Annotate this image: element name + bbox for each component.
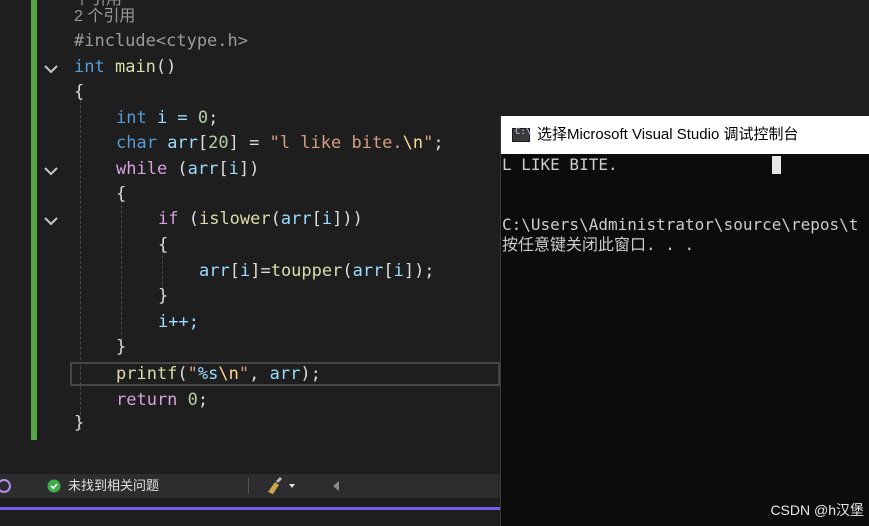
code-line-open-brace-while: {: [116, 184, 127, 204]
console-path-line: C:\Users\Administrator\source\repos\t: [502, 215, 859, 234]
code-line-decl-i: int i = 0;: [116, 108, 219, 128]
code-line-while: while (arr[i]): [116, 159, 260, 179]
scroll-left-arrow-icon[interactable]: [330, 474, 342, 498]
console-title: 选择Microsoft Visual Studio 调试控制台: [537, 126, 799, 143]
code-line-open-brace: {: [74, 82, 85, 102]
code-line-close-brace-while: }: [116, 337, 127, 357]
debug-console-window[interactable]: C:\ 选择Microsoft Visual Studio 调试控制台 L LI…: [500, 116, 869, 526]
change-marker-bar: [31, 0, 37, 440]
intellicode-icon[interactable]: [0, 474, 14, 498]
bottom-panel-strip: [0, 498, 500, 526]
code-line-if: if (islower(arr[i])): [158, 209, 363, 229]
code-line-increment: i++;: [158, 312, 199, 332]
csdn-watermark: CSDN @h汉堡: [770, 502, 864, 518]
console-titlebar[interactable]: C:\ 选择Microsoft Visual Studio 调试控制台: [501, 116, 869, 154]
fold-chevron-icon[interactable]: [42, 212, 60, 230]
code-line-close-brace-main: }: [74, 413, 85, 433]
console-cursor: [772, 156, 781, 174]
accent-line: [0, 507, 500, 510]
issues-status[interactable]: 未找到相关问题: [68, 474, 159, 498]
reference-count-hint[interactable]: 2 个引用: [74, 4, 135, 29]
status-divider: [248, 478, 249, 494]
fold-chevron-icon[interactable]: [42, 162, 60, 180]
include-directive: #include<ctype.h>: [74, 31, 248, 51]
console-output-line: L LIKE BITE.: [502, 155, 618, 174]
code-line-open-brace-if: {: [158, 235, 169, 255]
cleanup-brush-icon[interactable]: [265, 474, 299, 498]
code-line-assign: arr[i]=toupper(arr[i]);: [199, 261, 435, 281]
code-line-close-brace-if: }: [158, 286, 169, 306]
indent-guide: [121, 200, 122, 340]
code-line-printf[interactable]: printf("%s\n", arr);: [116, 362, 321, 387]
fold-chevron-icon[interactable]: [42, 60, 60, 78]
console-app-icon: C:\: [512, 127, 531, 142]
check-circle-icon: [46, 474, 62, 498]
code-line-decl-arr: char arr[20] = "l like bite.\n";: [116, 133, 444, 153]
console-press-key-line: 按任意键关闭此窗口. . .: [502, 235, 695, 254]
code-line-return: return 0;: [116, 390, 209, 410]
code-line-main: int main(): [74, 57, 177, 77]
editor-status-bar: 未找到相关问题: [0, 474, 500, 498]
